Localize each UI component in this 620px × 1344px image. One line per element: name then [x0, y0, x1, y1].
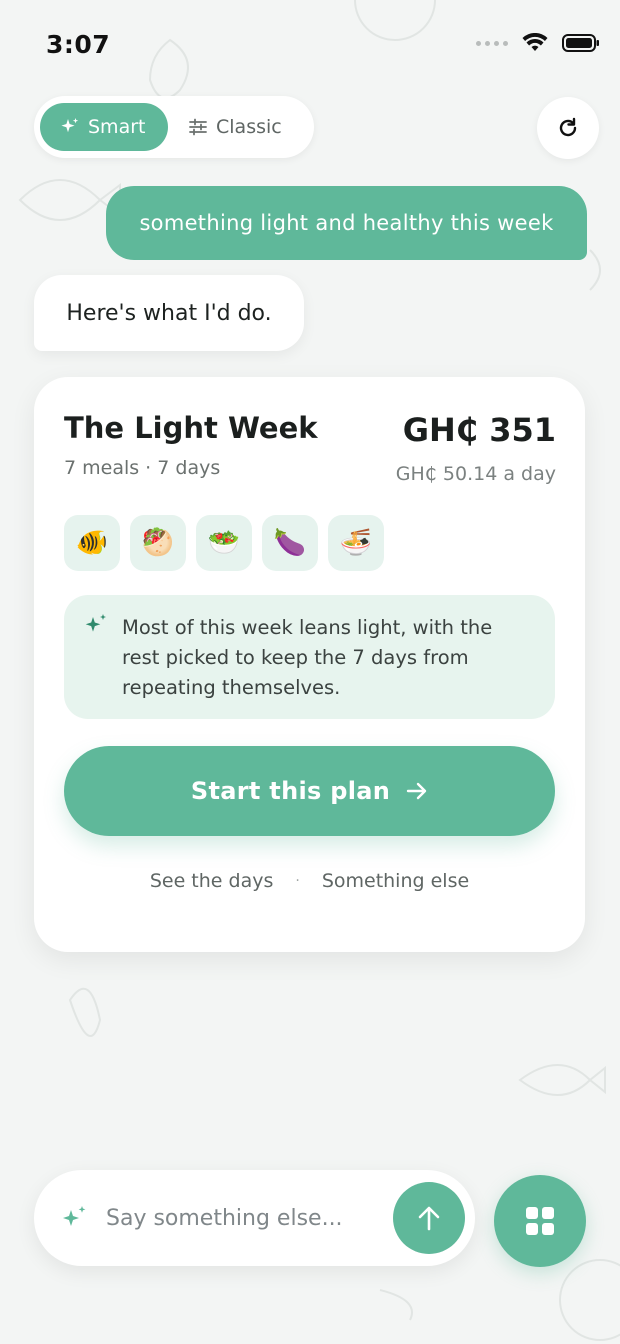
send-button[interactable] — [393, 1182, 465, 1254]
mode-smart-button[interactable]: Smart — [40, 103, 168, 151]
message-input[interactable] — [106, 1198, 386, 1238]
plan-meta: 7 meals · 7 days — [64, 457, 221, 479]
arrow-right-icon — [406, 782, 427, 800]
user-message-bubble: something light and healthy this week — [106, 186, 587, 260]
composer-bar — [34, 1170, 475, 1266]
sparkle-icon — [61, 118, 79, 133]
something-else-link[interactable]: Something else — [322, 870, 469, 892]
plan-note-text: Most of this week leans light, with the … — [122, 616, 493, 699]
fish-icon[interactable]: 🐠 — [64, 515, 120, 571]
pita-icon[interactable]: 🥙 — [130, 515, 186, 571]
sparkle-icon — [85, 614, 106, 632]
see-days-link[interactable]: See the days — [150, 870, 274, 892]
status-time: 3:07 — [46, 30, 111, 59]
start-plan-label: Start this plan — [190, 777, 391, 805]
grid-menu-button[interactable] — [494, 1175, 586, 1267]
wifi-icon — [522, 33, 548, 51]
salad-icon[interactable]: 🥗 — [196, 515, 252, 571]
link-separator: · — [295, 873, 300, 889]
mode-toggle: Smart Classic — [34, 96, 314, 158]
refresh-button[interactable] — [537, 97, 599, 159]
meal-thumbnails: 🐠 🥙 🥗 🍆 🍜 — [64, 515, 384, 571]
plan-price: GH₵ 351 — [402, 411, 556, 449]
grid-icon — [526, 1207, 554, 1235]
battery-icon — [562, 34, 599, 52]
plan-title: The Light Week — [64, 411, 318, 445]
cellular-signal-icon — [476, 40, 508, 46]
plan-secondary-links: See the days · Something else — [34, 870, 585, 892]
plan-note: Most of this week leans light, with the … — [64, 595, 555, 719]
plan-price-per-day: GH₵ 50.14 a day — [395, 463, 556, 485]
mode-classic-button[interactable]: Classic — [168, 103, 302, 151]
status-bar: 3:07 — [0, 0, 620, 90]
soup-bowl-icon[interactable]: 🍜 — [328, 515, 384, 571]
mode-smart-label: Smart — [88, 116, 146, 138]
start-plan-button[interactable]: Start this plan — [64, 746, 555, 836]
eggplant-icon[interactable]: 🍆 — [262, 515, 318, 571]
assistant-message-bubble: Here's what I'd do. — [34, 275, 304, 351]
status-icons — [476, 33, 600, 53]
sparkle-icon — [63, 1206, 86, 1226]
mode-classic-label: Classic — [216, 116, 282, 138]
arrow-up-icon — [418, 1206, 440, 1231]
plan-card: The Light Week 7 meals · 7 days GH₵ 351 … — [34, 377, 585, 952]
refresh-icon — [559, 117, 577, 137]
sliders-icon — [189, 118, 207, 136]
